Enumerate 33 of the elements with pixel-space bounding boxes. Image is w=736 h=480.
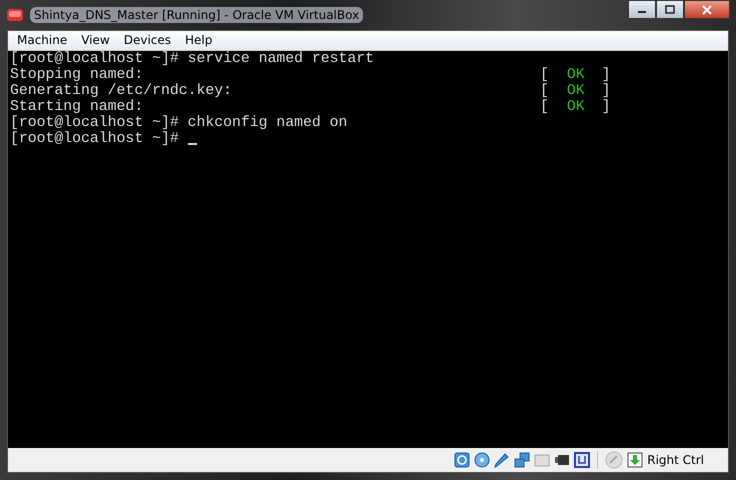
status-bracket: [ — [540, 83, 549, 99]
chip-icon[interactable] — [574, 452, 590, 468]
status-label: OK — [566, 83, 585, 99]
console-line: Stopping named: — [10, 67, 144, 83]
console-line: Starting named: — [10, 99, 144, 115]
status-bracket: ] — [602, 67, 611, 83]
app-icon — [6, 7, 24, 23]
console-line: [root@localhost ~]# service named restart — [10, 51, 374, 67]
menu-item[interactable]: View — [74, 31, 117, 50]
status-bracket: ] — [602, 83, 611, 99]
console-line: [root@localhost ~]# chkconfig named on — [10, 115, 348, 131]
network-icon[interactable] — [514, 452, 530, 468]
optical-disc-icon[interactable] — [474, 452, 490, 468]
down-arrow-icon[interactable] — [627, 452, 644, 468]
console-line: [root@localhost ~]# — [10, 131, 179, 147]
menu-item[interactable]: Devices — [116, 31, 178, 50]
close-button[interactable] — [684, 0, 730, 19]
close-icon — [701, 4, 713, 14]
status-label: OK — [566, 67, 585, 83]
menu-item[interactable]: Machine — [10, 31, 74, 50]
status-label: OK — [566, 99, 585, 115]
maximize-icon — [665, 5, 675, 14]
status-bracket: [ — [540, 99, 549, 115]
video-camera-icon[interactable] — [554, 452, 570, 468]
host-key-label: Right Ctrl — [647, 453, 704, 467]
status-bracket: ] — [602, 99, 611, 115]
maximize-button[interactable] — [656, 0, 684, 19]
status-bracket: [ — [540, 67, 549, 83]
console-line: Generating /etc/rndc.key: — [10, 83, 233, 99]
minimize-button[interactable] — [628, 0, 656, 19]
window-title: Shintya_DNS_Master [Running] - Oracle VM VirtualBox — [30, 7, 364, 23]
menu-item[interactable]: Help — [178, 31, 220, 50]
usb-pen-icon[interactable] — [494, 452, 510, 468]
